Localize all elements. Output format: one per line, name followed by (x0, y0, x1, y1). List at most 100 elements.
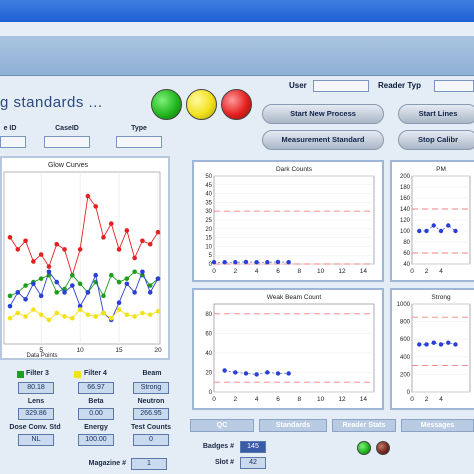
glow-series-point (85, 290, 91, 295)
chart-point (243, 259, 249, 265)
glow-series-point (116, 279, 122, 285)
chart-x-tick-label: 2 (425, 396, 429, 403)
glow-series-point (132, 269, 137, 275)
chart-x-tick-label: 12 (338, 396, 346, 403)
filter4-label: Filter 4 (84, 370, 107, 377)
glow-series-point (62, 247, 67, 252)
small-green-light-icon (357, 441, 371, 455)
glow-series-point (7, 235, 13, 240)
chart-point (453, 228, 458, 234)
stop-calibr-button[interactable]: Stop Calibr (398, 130, 474, 150)
chart-title: PM (436, 166, 446, 173)
red-light-icon (221, 89, 252, 120)
caseid-input[interactable] (44, 136, 90, 148)
chart-point (233, 370, 238, 375)
chart-x-tick-label: 14 (360, 396, 368, 403)
chart-point (431, 340, 436, 345)
start-new-process-button[interactable]: Start New Process (262, 104, 384, 124)
chart-y-tick-label: 35 (205, 200, 212, 206)
glow-series-point (116, 247, 122, 252)
glow-series-point (54, 279, 60, 285)
start-lines-button[interactable]: Start Lines (398, 104, 474, 124)
tab-messages[interactable]: Messages (401, 419, 474, 432)
chart-y-tick-label: 20 (205, 370, 212, 376)
beta-value: 0.00 (78, 408, 114, 420)
chart-x-tick-label: 4 (255, 396, 259, 403)
tab-standards[interactable]: Standards (259, 419, 327, 432)
glow-series-point (7, 315, 13, 321)
chart-y-tick-label: 50 (205, 174, 212, 180)
tab-reader-stats[interactable]: Reader Stats (332, 419, 396, 432)
glow-series-point (38, 312, 44, 318)
reader-type-input[interactable] (434, 80, 474, 92)
chart-x-tick-label: 4 (439, 268, 443, 275)
chart-x-tick-label: 10 (317, 396, 325, 403)
glow-series-point (140, 238, 145, 244)
glow-series-point (116, 307, 122, 312)
user-input[interactable] (313, 80, 369, 92)
glow-series-point (38, 252, 44, 257)
type-label: Type (131, 125, 147, 132)
glow-series-point (124, 281, 130, 287)
chart-point (446, 223, 451, 228)
chart-y-tick-label: 160 (400, 196, 411, 202)
strong-chart: Strong020040060080010000 2 4 (397, 294, 471, 403)
glow-series-point (70, 283, 75, 288)
slot-label: Slot # (214, 459, 234, 466)
pm-panel: PM 40 60 80 100 120 140 160 180 200 0 2 4 (390, 160, 474, 282)
chart-x-tick-label: 0 (212, 268, 216, 275)
filter4-legend-swatch (74, 371, 81, 378)
chart-point (286, 371, 291, 376)
chart-point (438, 342, 444, 347)
glow-xlabel: Data Points (26, 353, 57, 358)
reader-type-label: Reader Typ (378, 81, 421, 90)
glow-series-point (101, 293, 106, 299)
chart-point (431, 223, 436, 228)
chart-point (424, 228, 429, 234)
glow-series-point (147, 290, 153, 295)
glow-series-point (38, 293, 44, 299)
glow-series-point (77, 281, 83, 287)
glow-series-point (77, 247, 83, 252)
glow-series-point (46, 269, 52, 275)
tab-qc[interactable]: QC (190, 419, 254, 432)
chart-point (265, 260, 270, 265)
chart-point (275, 259, 281, 265)
glow-series-point (140, 310, 145, 316)
glow-series-point (38, 276, 44, 281)
chart-y-tick-label: 15 (205, 236, 212, 242)
glow-series-point (147, 312, 153, 318)
chart-y-tick-label: 20 (205, 227, 212, 233)
glow-series-point (70, 272, 75, 278)
yellow-light-icon (186, 89, 217, 120)
weak-beam-panel: Weak Beam Count 0 20 40 60 80 0 2 4 6 8 10 12 14 (192, 288, 384, 410)
measurement-standard-button[interactable]: Measurement Standard (262, 130, 384, 150)
id-input[interactable] (0, 136, 26, 148)
neutron-value: 266.95 (133, 408, 169, 420)
dark-counts-chart: Dark Counts051015202530354045500 2 4 6 8 10 12… (205, 166, 375, 275)
chart-y-tick-label: 60 (403, 251, 410, 257)
glow-series-point (46, 317, 52, 323)
glow-series-point (93, 204, 98, 209)
chart-point (243, 371, 249, 376)
glow-series-point (85, 312, 91, 318)
glow-series-point (31, 281, 36, 287)
beam-value: Strong (133, 382, 169, 394)
glow-series-point (23, 314, 28, 319)
chart-y-tick-label: 400 (400, 355, 411, 361)
glow-series-point (23, 283, 28, 288)
chart-y-tick-label: 80 (205, 312, 212, 318)
chart-point (417, 228, 422, 234)
chart-point (446, 340, 451, 345)
glow-series-point (124, 276, 130, 281)
strong-panel: Strong 0 200 400 600 800 1000 0 2 4 (390, 288, 474, 410)
glow-series-point (132, 290, 137, 295)
badges-value: 145 (240, 441, 266, 453)
glow-series-point (85, 193, 91, 199)
glow-series-point (155, 276, 161, 281)
glow-series-point (147, 241, 153, 247)
type-input[interactable] (116, 136, 162, 148)
chart-x-tick-label: 2 (425, 268, 429, 275)
chart-y-tick-label: 30 (205, 209, 212, 215)
chart-point (286, 260, 291, 265)
